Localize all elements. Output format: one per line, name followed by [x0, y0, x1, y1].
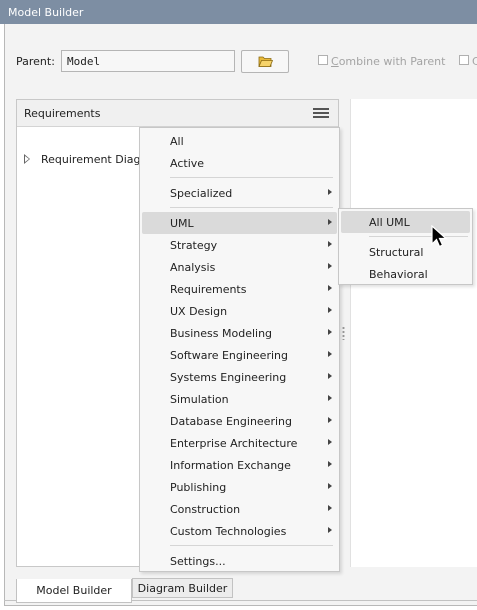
- menu-item-label: Analysis: [170, 261, 216, 274]
- submenu-item-structural[interactable]: Structural: [339, 241, 472, 263]
- menu-item-information-exchange[interactable]: Information Exchange: [140, 454, 339, 476]
- menu-item-label: UML: [170, 217, 194, 230]
- menu-item-label: Database Engineering: [170, 415, 292, 428]
- chevron-right-icon: [328, 241, 332, 247]
- window-title: Model Builder: [0, 0, 477, 24]
- menu-separator: [369, 236, 468, 237]
- submenu-item-label: All UML: [369, 216, 410, 229]
- second-checkbox-label: C: [472, 55, 477, 68]
- menu-item-systems-engineering[interactable]: Systems Engineering: [140, 366, 339, 388]
- menu-item-label: Publishing: [170, 481, 227, 494]
- menu-item-strategy[interactable]: Strategy: [140, 234, 339, 256]
- browse-parent-button[interactable]: [241, 50, 289, 73]
- chevron-right-icon: [328, 329, 332, 335]
- second-checkbox[interactable]: [459, 55, 469, 65]
- menu-item-active[interactable]: Active: [140, 152, 339, 174]
- menu-item-analysis[interactable]: Analysis: [140, 256, 339, 278]
- parent-label: Parent:: [16, 55, 55, 68]
- chevron-right-icon: [328, 439, 332, 445]
- chevron-right-icon: [328, 461, 332, 467]
- chevron-right-icon: [328, 351, 332, 357]
- menu-separator: [170, 207, 333, 208]
- menu-item-label: Strategy: [170, 239, 218, 252]
- chevron-right-icon: [328, 527, 332, 533]
- tab-label: Diagram Builder: [137, 582, 228, 595]
- splitter-grip[interactable]: [342, 326, 345, 340]
- menu-item-label: Active: [170, 157, 205, 170]
- menu-item-label: Simulation: [170, 393, 229, 406]
- chevron-right-icon: [328, 505, 332, 511]
- menu-item-simulation[interactable]: Simulation: [140, 388, 339, 410]
- menu-item-label: Systems Engineering: [170, 371, 287, 384]
- menu-item-publishing[interactable]: Publishing: [140, 476, 339, 498]
- menu-item-label: Enterprise Architecture: [170, 437, 298, 450]
- mouse-pointer-icon: [431, 225, 448, 248]
- menu-item-label: All: [170, 135, 184, 148]
- chevron-right-icon: [328, 395, 332, 401]
- chevron-right-icon: [328, 417, 332, 423]
- menu-item-business-modeling[interactable]: Business Modeling: [140, 322, 339, 344]
- menu-item-label: Construction: [170, 503, 241, 516]
- perspective-menu: All Active Specialized UML Strategy Anal…: [139, 127, 340, 572]
- submenu-item-behavioral[interactable]: Behavioral: [339, 263, 472, 285]
- menu-item-uml[interactable]: UML: [142, 212, 337, 234]
- menu-item-label: Settings...: [170, 555, 226, 568]
- menu-item-label: Custom Technologies: [170, 525, 287, 538]
- submenu-item-label: Behavioral: [369, 268, 428, 281]
- menu-item-database-engineering[interactable]: Database Engineering: [140, 410, 339, 432]
- chevron-right-icon: [328, 263, 332, 269]
- menu-item-label: Business Modeling: [170, 327, 273, 340]
- preview-area: [350, 99, 477, 567]
- folder-open-icon: [258, 56, 273, 67]
- menu-separator: [170, 177, 333, 178]
- panel-header: Requirements: [17, 100, 338, 127]
- submenu-item-all-uml[interactable]: All UML: [341, 211, 470, 233]
- menu-item-all[interactable]: All: [140, 130, 339, 152]
- hamburger-menu-icon[interactable]: [313, 108, 329, 119]
- parent-field[interactable]: Model: [61, 50, 235, 72]
- chevron-right-icon: [328, 219, 332, 225]
- menu-item-label: Specialized: [170, 187, 233, 200]
- chevron-right-icon: [328, 307, 332, 313]
- menu-item-requirements[interactable]: Requirements: [140, 278, 339, 300]
- menu-item-software-engineering[interactable]: Software Engineering: [140, 344, 339, 366]
- menu-item-ux-design[interactable]: UX Design: [140, 300, 339, 322]
- uml-submenu: All UML Structural Behavioral: [338, 208, 473, 285]
- tab-label: Model Builder: [36, 584, 112, 597]
- menu-item-enterprise-architecture[interactable]: Enterprise Architecture: [140, 432, 339, 454]
- combine-with-parent-label: Combine with Parent: [331, 55, 446, 68]
- tree-expand-icon[interactable]: [24, 154, 30, 164]
- tab-model-builder[interactable]: Model Builder: [16, 579, 132, 603]
- menu-item-label: Information Exchange: [170, 459, 291, 472]
- chevron-right-icon: [328, 285, 332, 291]
- panel-title: Requirements: [24, 107, 101, 120]
- menu-item-label: Requirements: [170, 283, 247, 296]
- menu-item-custom-technologies[interactable]: Custom Technologies: [140, 520, 339, 542]
- chevron-right-icon: [328, 189, 332, 195]
- chevron-right-icon: [328, 373, 332, 379]
- combine-with-parent-label-rest: ombine with Parent: [338, 55, 446, 68]
- menu-item-construction[interactable]: Construction: [140, 498, 339, 520]
- menu-item-label: UX Design: [170, 305, 228, 318]
- combine-with-parent-checkbox[interactable]: [318, 55, 328, 65]
- menu-separator: [170, 545, 333, 546]
- menu-item-settings[interactable]: Settings...: [140, 550, 339, 572]
- menu-item-specialized[interactable]: Specialized: [140, 182, 339, 204]
- tree-item-requirement-diagram[interactable]: Requirement Diagram: [41, 153, 139, 166]
- submenu-item-label: Structural: [369, 246, 424, 259]
- menu-item-label: Software Engineering: [170, 349, 288, 362]
- chevron-right-icon: [328, 483, 332, 489]
- tab-diagram-builder[interactable]: Diagram Builder: [132, 578, 233, 598]
